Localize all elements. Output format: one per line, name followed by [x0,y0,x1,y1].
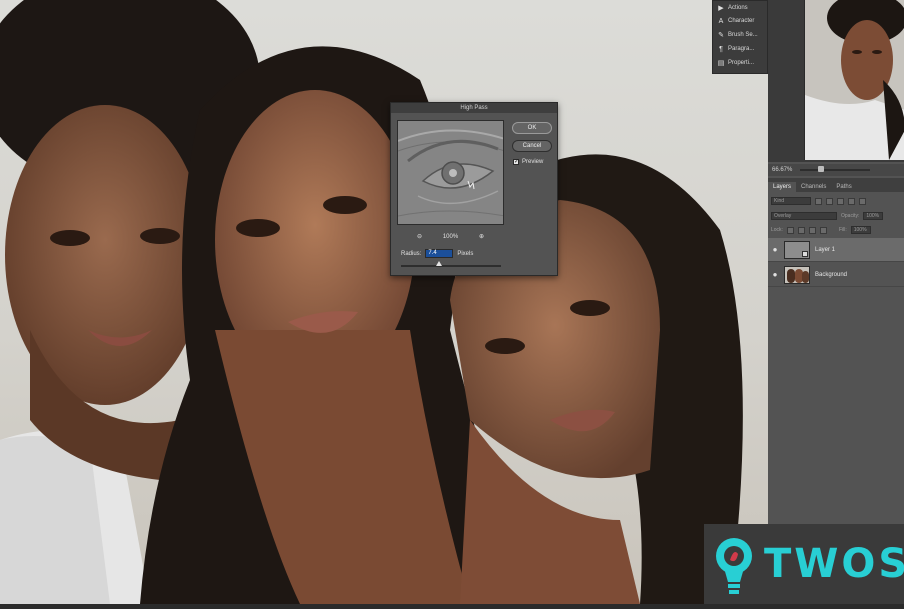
background-layer-name[interactable]: Background [815,272,847,278]
paragraph-panel-button[interactable]: ¶ Paragra... [717,43,754,55]
thumbnail-figure-1 [787,268,795,283]
document-canvas[interactable] [0,0,768,604]
preview-checkbox[interactable]: ✓ [513,159,519,165]
navigator-zoom-value[interactable]: 66.67% [772,167,792,173]
zoom-out-icon[interactable]: ⊖ [417,233,422,240]
high-pass-preview-image [398,121,503,224]
actions-label: Actions [728,5,748,11]
zoom-in-icon[interactable]: ⊕ [479,233,484,240]
preview-label: Preview [522,159,544,165]
layer-row-background[interactable]: ● Background [768,263,904,287]
lock-label: Lock: [771,227,783,233]
blend-opacity-row: Overlay Opacity: 100% [768,210,904,222]
properties-icon: ▤ [717,60,725,67]
visibility-eye-icon[interactable]: ● [768,270,782,279]
opacity-label: Opacity: [841,213,860,219]
watermark-text: TWOS [764,541,904,587]
navigator-zoom-knob[interactable] [818,166,825,172]
fill-label: Fill: [838,227,847,233]
canvas-photo [0,0,743,604]
ok-button[interactable]: OK [512,122,552,134]
opacity-input[interactable]: 100% [863,212,884,220]
actions-panel-button[interactable]: ▶ Actions [717,2,748,14]
visibility-eye-icon[interactable]: ● [768,245,782,254]
paragraph-label: Paragra... [728,46,755,52]
lock-position-icon[interactable] [808,226,816,234]
brush-icon: ✎ [718,32,724,39]
layer-1-thumbnail [784,240,810,259]
lock-transparent-icon[interactable] [786,226,794,234]
high-pass-dialog: High Pass OK Cancel ✓ Preview ⊖ 100% ⊕ R… [390,102,558,276]
properties-label: Properti... [728,60,755,66]
layer-kind-filter[interactable]: Kind [771,197,811,205]
lock-all-icon[interactable] [819,226,827,234]
radius-slider-knob[interactable] [436,261,442,266]
lock-image-icon[interactable] [797,226,805,234]
blend-mode-select[interactable]: Overlay [771,212,837,220]
dialog-title[interactable]: High Pass [391,103,557,113]
tab-layers[interactable]: Layers [768,182,797,192]
navigator-preview[interactable] [804,0,904,160]
navigator-zoom-slider[interactable] [800,166,871,172]
radius-row: Radius: 7.4 Pixels [401,249,473,258]
navigator-thumbnail [805,0,904,160]
layers-panel-tabs: Layers Channels Paths [768,178,904,192]
filter-shape-icon[interactable] [848,197,855,205]
tab-channels[interactable]: Channels [796,182,831,192]
preview-zoom-level: 100% [442,233,459,240]
background-thumbnail [784,265,810,284]
character-panel-button[interactable]: A Character [717,15,755,27]
smart-object-icon [802,250,808,257]
properties-panel-button[interactable]: ▤ Properti... [717,57,754,69]
preview-zoom-row: ⊖ 100% ⊕ [397,233,504,241]
radius-input[interactable]: 7.4 [425,249,454,258]
radius-label: Radius: [401,250,422,257]
play-icon: ▶ [718,5,724,12]
paragraph-icon: ¶ [719,45,723,53]
filter-adjustment-icon[interactable] [826,197,833,205]
fill-input[interactable]: 100% [850,226,871,234]
filter-type-icon[interactable] [837,197,844,205]
radius-unit: Pixels [457,250,474,257]
filter-preview[interactable] [397,120,504,225]
filter-pixel-icon[interactable] [815,197,822,205]
layer-filter-row: Kind [768,195,904,207]
brush-settings-label: Brush Se... [728,32,758,38]
collapsed-panel-dock: ▶ Actions A Character ✎ Brush Se... ¶ Pa… [712,0,768,74]
lock-fill-row: Lock: Fill: 100% [768,224,904,236]
layer-1-name[interactable]: Layer 1 [815,247,835,253]
character-icon: A [718,17,724,25]
thumbnail-figure-3 [802,270,809,283]
preview-checkbox-row[interactable]: ✓ Preview [513,159,543,165]
radius-slider-track[interactable] [401,265,501,267]
filter-smart-object-icon[interactable] [859,197,866,205]
lightbulb-logo-icon [716,538,752,594]
navigator-zoom-bar: 66.67% [768,164,904,176]
cancel-button[interactable]: Cancel [512,140,552,152]
brush-settings-panel-button[interactable]: ✎ Brush Se... [717,29,758,41]
layer-row-layer-1[interactable]: ● Layer 1 [768,238,904,262]
character-label: Character [728,18,755,24]
tab-paths[interactable]: Paths [831,182,856,192]
